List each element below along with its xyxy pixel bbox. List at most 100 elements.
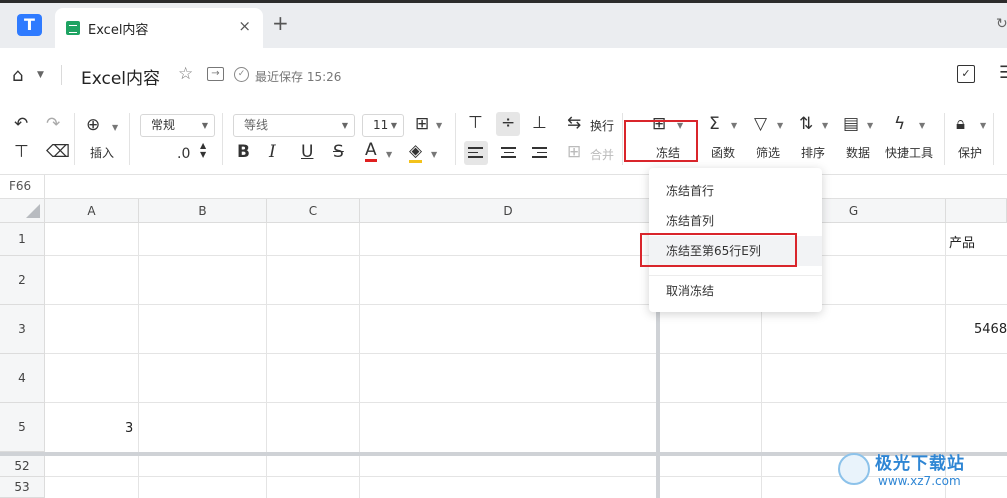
app-logo-icon[interactable]: T: [17, 14, 42, 36]
chevron-down-icon[interactable]: ▼: [386, 150, 392, 159]
number-format-select[interactable]: 常规 ▼: [140, 114, 215, 137]
row-header-4[interactable]: 4: [0, 354, 45, 403]
font-family-value: 等线: [244, 118, 269, 132]
chevron-down-icon[interactable]: ▼: [731, 121, 737, 130]
sort-icon[interactable]: ⇅: [799, 115, 813, 133]
fill-color-icon[interactable]: ◈: [409, 143, 423, 163]
menu-item-freeze-first-row[interactable]: 冻结首行: [649, 176, 822, 206]
wrap-text-button[interactable]: 换行: [590, 117, 614, 135]
tab-excel-document[interactable]: Excel内容 ×: [55, 8, 263, 48]
format-painter-icon[interactable]: ⊤: [14, 143, 29, 161]
data-button[interactable]: 数据: [846, 144, 870, 162]
chevron-down-icon: ▼: [201, 121, 208, 130]
align-center-icon[interactable]: [501, 147, 516, 161]
row-header-5[interactable]: 5: [0, 403, 45, 452]
chevron-down-icon[interactable]: ▼: [919, 121, 925, 130]
divider: [622, 113, 623, 165]
chevron-down-icon: ▼: [341, 121, 348, 130]
filter-button[interactable]: 筛选: [756, 144, 780, 162]
chevron-down-icon[interactable]: ▼: [112, 123, 118, 132]
merge-cells-button[interactable]: 合并: [590, 146, 614, 164]
chevron-down-icon[interactable]: ▼: [867, 121, 873, 130]
wrap-text-icon[interactable]: ⇆: [567, 114, 581, 132]
lightning-icon[interactable]: ϟ: [894, 115, 905, 133]
insert-button[interactable]: 插入: [90, 144, 114, 162]
select-all-corner[interactable]: [0, 199, 45, 223]
move-to-folder-icon[interactable]: →: [207, 67, 224, 81]
row-header-52[interactable]: 52: [0, 456, 45, 477]
align-right-icon[interactable]: [532, 147, 547, 161]
insert-plus-icon[interactable]: ⊕: [86, 116, 100, 134]
divider: [129, 113, 130, 165]
chevron-down-icon[interactable]: ▼: [37, 70, 44, 80]
name-box[interactable]: F66: [0, 175, 45, 199]
sort-button[interactable]: 排序: [801, 144, 825, 162]
protect-button[interactable]: 保护: [958, 144, 982, 162]
border-grid-icon[interactable]: ⊞: [415, 115, 429, 133]
merge-cells-icon[interactable]: ⊞: [567, 143, 581, 161]
close-icon[interactable]: ×: [238, 17, 251, 35]
align-middle-button[interactable]: ÷: [496, 112, 520, 136]
gridline: [45, 402, 1007, 403]
undo-icon[interactable]: ↶: [14, 115, 28, 133]
gridline: [266, 223, 267, 498]
column-header-d[interactable]: D: [360, 199, 657, 223]
align-left-button[interactable]: [464, 141, 488, 165]
bold-button[interactable]: B: [237, 143, 250, 161]
quick-tools-button[interactable]: 快捷工具: [885, 144, 933, 162]
column-header-c[interactable]: C: [267, 199, 360, 223]
function-button[interactable]: 函数: [711, 144, 735, 162]
filter-icon[interactable]: ▽: [754, 115, 767, 133]
cell-a5[interactable]: 3: [125, 421, 133, 436]
new-tab-button[interactable]: +: [272, 13, 289, 33]
data-table-icon[interactable]: ▤: [843, 115, 859, 133]
underline-button[interactable]: U: [301, 143, 313, 161]
row-header-3[interactable]: 3: [0, 305, 45, 354]
cell-h3[interactable]: 5468: [974, 322, 1007, 337]
strikethrough-button[interactable]: S: [333, 143, 344, 161]
align-top-icon[interactable]: ⊤: [468, 114, 483, 132]
gridline: [45, 304, 1007, 305]
decimal-places-value[interactable]: .0: [177, 145, 190, 163]
row-header-1[interactable]: 1: [0, 223, 45, 256]
star-icon[interactable]: ☆: [178, 64, 193, 84]
lock-icon[interactable]: 🔒︎: [956, 115, 965, 133]
gridline: [138, 223, 139, 498]
chevron-down-icon[interactable]: ▼: [436, 121, 442, 130]
font-size-select[interactable]: 11 ▼: [362, 114, 404, 137]
eraser-icon[interactable]: ⌫: [46, 143, 70, 161]
chevron-down-icon[interactable]: ▼: [822, 121, 828, 130]
font-family-select[interactable]: 等线 ▼: [233, 114, 355, 137]
cell-h1[interactable]: 产品: [949, 232, 975, 251]
refresh-icon[interactable]: ↻: [996, 16, 1007, 32]
sigma-icon[interactable]: Σ: [709, 115, 720, 133]
column-header-h[interactable]: [946, 199, 1007, 223]
row-header-53[interactable]: 53: [0, 477, 45, 498]
menu-icon[interactable]: ☰: [999, 63, 1007, 83]
redo-icon[interactable]: ↷: [46, 115, 60, 133]
font-color-button[interactable]: A: [365, 142, 377, 162]
chevron-down-icon[interactable]: ▼: [777, 121, 783, 130]
divider: [61, 65, 62, 85]
browser-tab-bar: T Excel内容 × + ↻: [0, 0, 1007, 48]
save-status: 最近保存 15:26: [255, 70, 342, 84]
chevron-down-icon[interactable]: ▼: [980, 121, 986, 130]
decimal-stepper[interactable]: ▲ ▼: [200, 141, 206, 159]
divider: [455, 113, 456, 165]
italic-button[interactable]: I: [269, 143, 276, 161]
column-header-a[interactable]: A: [45, 199, 139, 223]
menu-item-freeze-first-column[interactable]: 冻结首列: [649, 206, 822, 236]
align-middle-icon: ÷: [501, 113, 516, 133]
home-icon[interactable]: ⌂: [12, 65, 23, 86]
share-check-icon[interactable]: ✓: [957, 65, 975, 83]
document-title[interactable]: Excel内容: [81, 64, 160, 89]
chevron-down-icon[interactable]: ▼: [431, 150, 437, 159]
spreadsheet-icon: [66, 21, 80, 35]
row-header-2[interactable]: 2: [0, 256, 45, 305]
formula-input[interactable]: [45, 175, 1007, 199]
column-header-b[interactable]: B: [139, 199, 267, 223]
align-bottom-icon[interactable]: ⊥: [532, 114, 547, 132]
divider: [74, 113, 75, 165]
menu-item-unfreeze[interactable]: 取消冻结: [649, 276, 822, 306]
highlight-freeze-option: [640, 233, 797, 267]
